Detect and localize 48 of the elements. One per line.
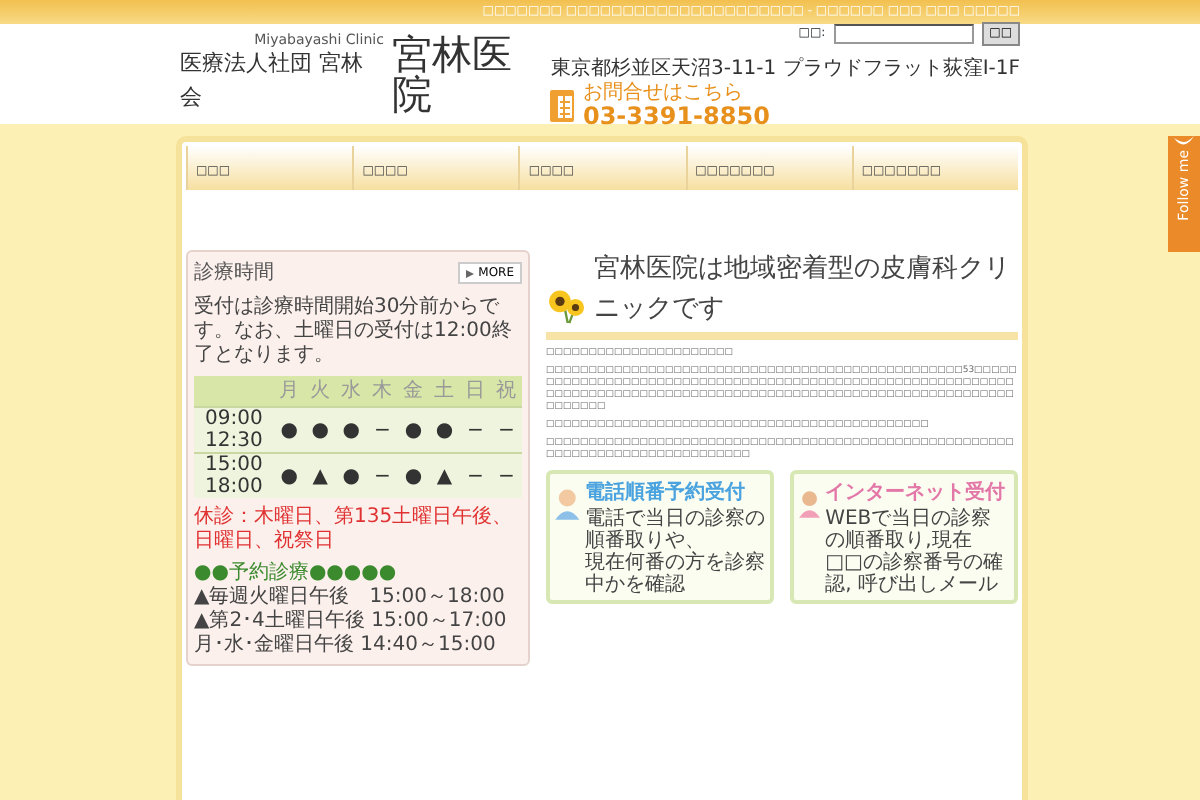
banner-title: 電話順番予約受付 [584, 479, 747, 507]
day-header: 木 [366, 376, 398, 407]
schedule-mark: − [490, 453, 522, 498]
schedule-mark: ▲ [428, 453, 460, 498]
schedule-mark: − [459, 453, 491, 498]
logo-organization: 医療法人社団 宮林会 [180, 48, 365, 113]
schedule-mark: ● [273, 453, 305, 498]
schedule-mark: ▲ [304, 453, 336, 498]
logo-name: 宮林医院 [391, 34, 514, 114]
schedule-mark: ● [335, 407, 367, 453]
time-end: 18:00 [203, 476, 265, 498]
banner[interactable]: 電話順番予約受付 電話で当日の診察の順番取りや、 現在何番の方を診察中かを確認 [546, 470, 774, 604]
banner-title: インターネット受付 [825, 479, 1008, 507]
reservation-title: ●●予約診療●●●●● [194, 562, 399, 585]
hours-title: 診療時間 [194, 259, 274, 288]
schedule-mark: − [366, 453, 398, 498]
schedule-mark: ● [428, 407, 460, 453]
play-icon [466, 269, 475, 277]
schedule-mark: ● [273, 407, 305, 453]
schedule-mark: − [459, 407, 491, 453]
address: 東京都杉並区天沼3-11-1 プラウドフラット荻窪I-1F [550, 55, 1020, 82]
phone-number: 03-3391-8850 [582, 103, 770, 127]
day-header: 火 [304, 376, 336, 407]
day-header: 祝 [490, 376, 522, 407]
banner-text: WEBで当日の診察の順番取り,現在 [825, 508, 994, 552]
banner-text: 現在何番の方を診察中かを確認 [584, 552, 766, 596]
schedule-mark: − [490, 407, 522, 453]
schedule-mark: ● [397, 453, 429, 498]
section-heading: 宮林医院は地域密着型の皮膚科クリニックです [594, 252, 1013, 327]
banner-text: □□の診察番号の確認, 呼び出しメール [825, 552, 1005, 596]
closed-days: 休診：木曜日、第135土曜日午後、日曜日、祝祭日 [194, 506, 522, 554]
bird-icon [1174, 136, 1194, 150]
hours-note: 受付は診療時間開始30分前からです。なお、土曜日の受付は12:00終了となります。 [194, 296, 514, 368]
reservation-time: ▲毎週火曜日午後 15:00～18:00 [194, 586, 507, 609]
banner[interactable]: インターネット受付 WEBで当日の診察の順番取り,現在 □□の診察番号の確認, 呼び出しメール [790, 470, 1018, 604]
reservation-time: 月･水･金曜日午後 14:40～15:00 [194, 634, 498, 658]
time-end: 12:30 [203, 430, 265, 452]
banner-text: 電話で当日の診察の順番取りや、 [584, 508, 766, 552]
schedule-mark: ● [304, 407, 336, 453]
reservation-time: ▲第2･4土曜日午後 15:00～17:00 [194, 610, 509, 633]
contact-label: お問合せはこちら [582, 83, 745, 103]
schedule-mark: ● [397, 407, 429, 453]
day-header: 土 [428, 376, 460, 407]
time-start: 15:00 [203, 454, 265, 476]
schedule-mark: − [366, 407, 398, 453]
search-field[interactable] [833, 23, 974, 43]
schedule-mark: ● [335, 453, 367, 498]
time-start: 09:00 [203, 408, 265, 430]
